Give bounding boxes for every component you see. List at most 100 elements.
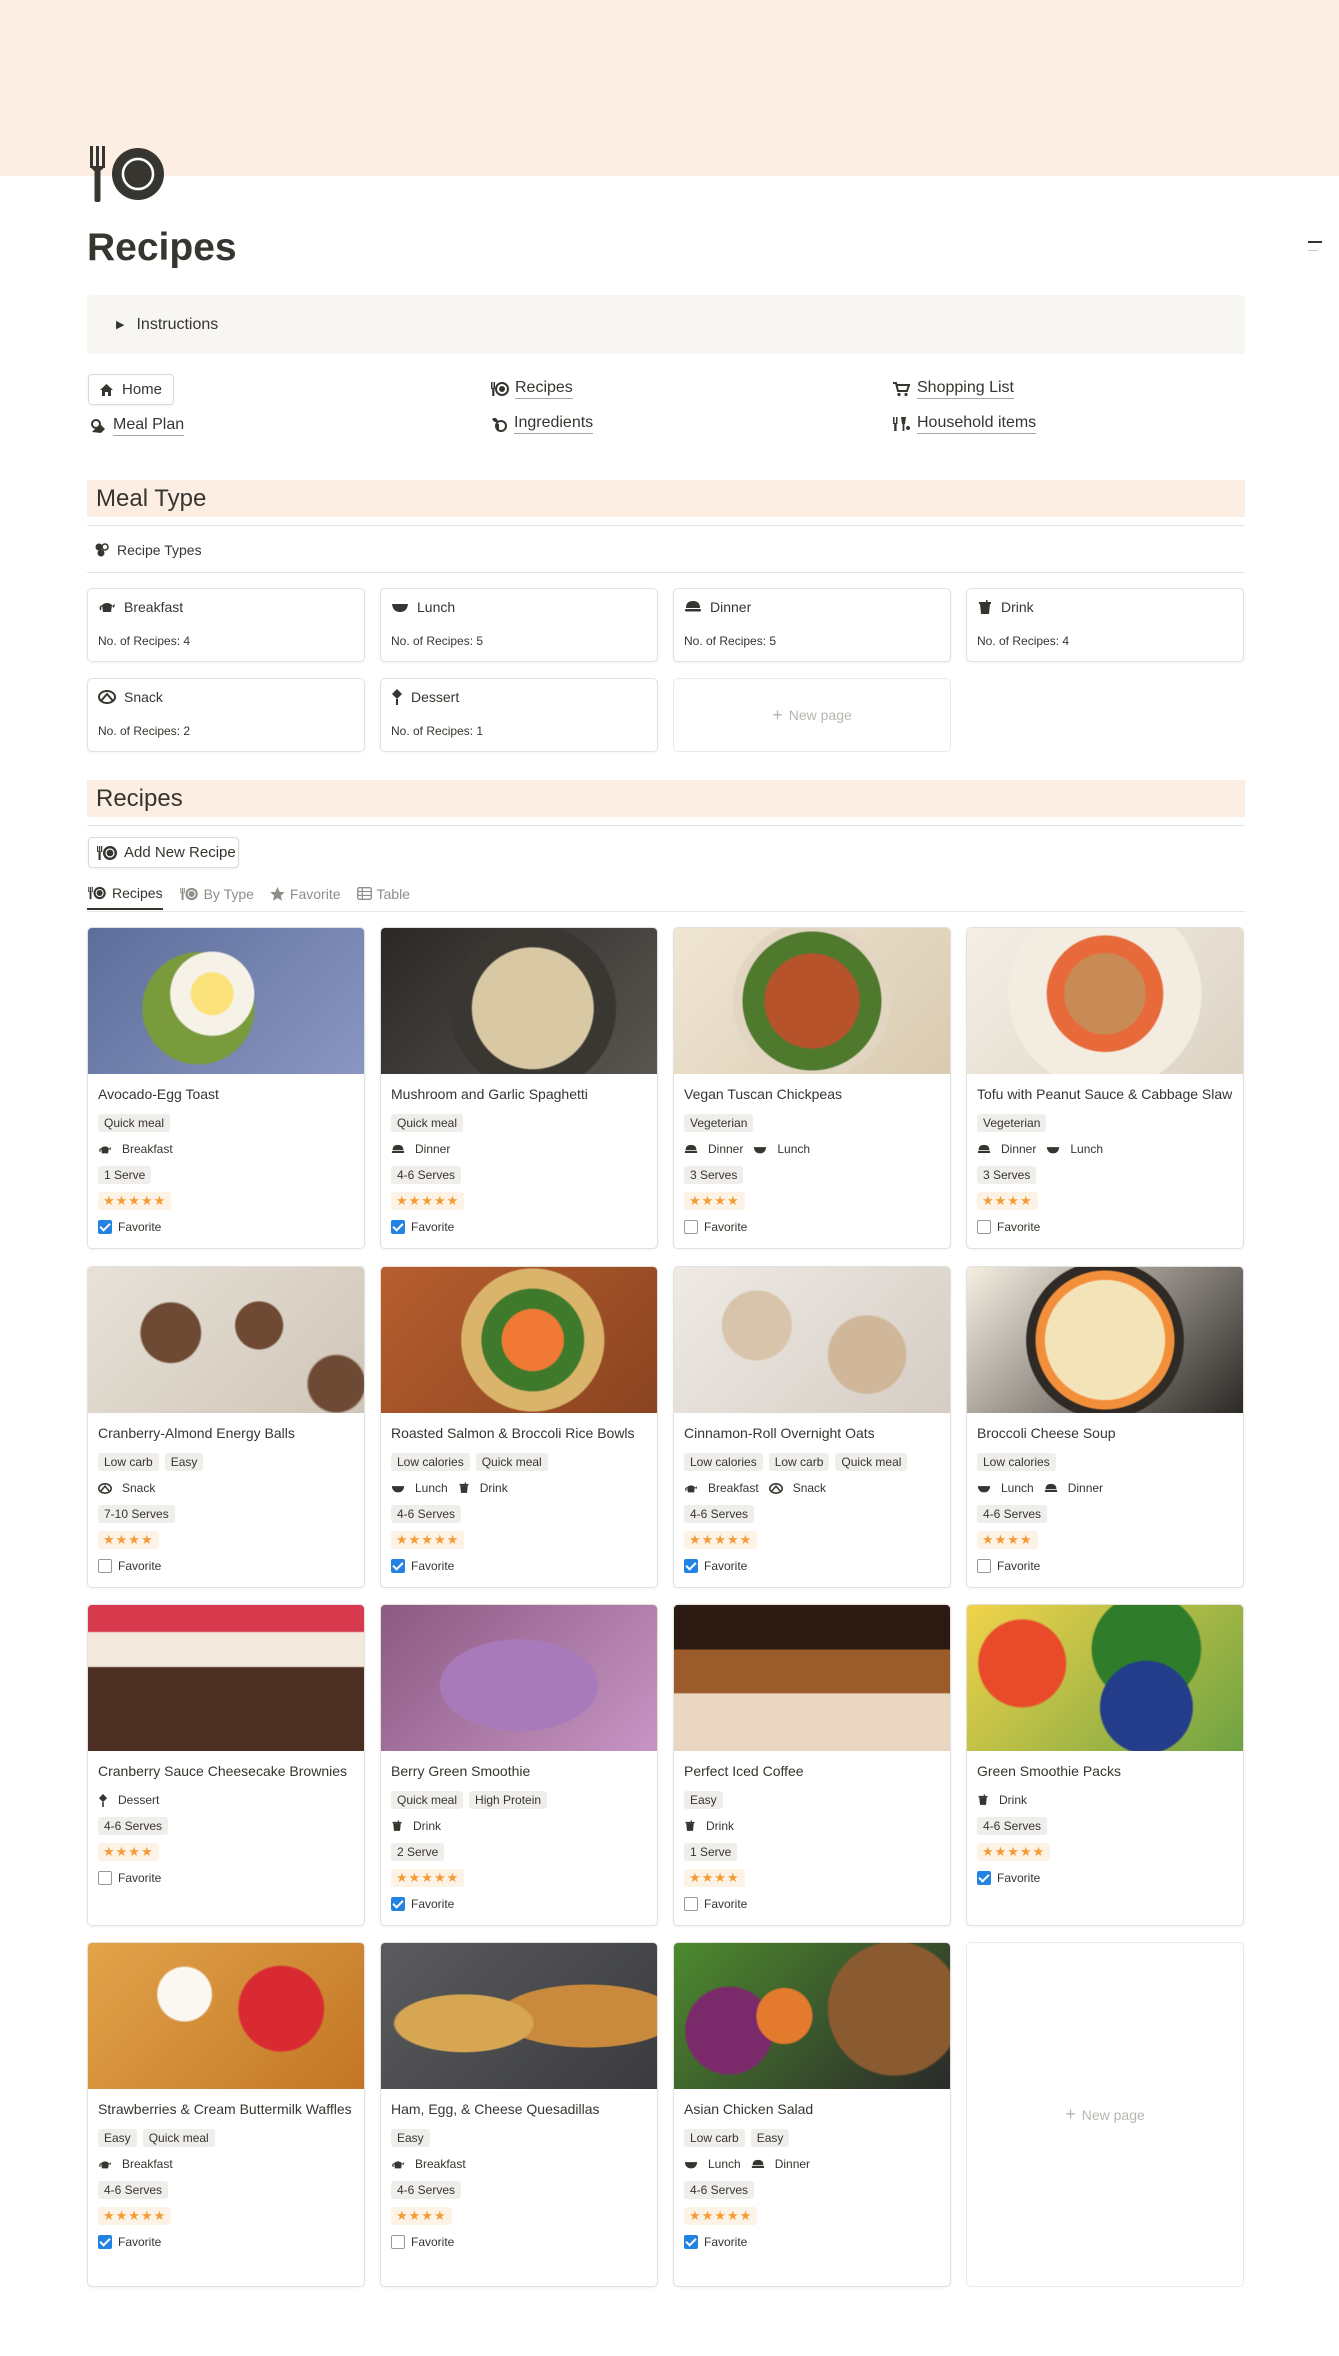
recipe-card[interactable]: Ham, Egg, & Cheese Quesadillas Easy Breakf… bbox=[380, 1942, 658, 2287]
tag-chip: Vegeterian bbox=[684, 1114, 754, 1132]
recipe-card[interactable]: Cranberry-Almond Energy Balls Low carb Eas… bbox=[87, 1266, 365, 1588]
recipe-card[interactable]: Mushroom and Garlic Spaghetti Quick meal D… bbox=[380, 927, 658, 1249]
meal-type-tag[interactable]: Dinner bbox=[391, 1142, 450, 1156]
tab-by-type[interactable]: By Type bbox=[179, 877, 254, 910]
favorite-checkbox[interactable] bbox=[391, 1559, 405, 1573]
meal-type-tag[interactable]: Breakfast bbox=[98, 1142, 173, 1156]
tab-recipes[interactable]: Recipes bbox=[87, 877, 163, 910]
type-card-breakfast[interactable]: Breakfast No. of Recipes: 4 bbox=[87, 588, 365, 662]
favorite-checkbox[interactable] bbox=[977, 1220, 991, 1234]
meal-type-tag[interactable]: Lunch bbox=[391, 1481, 448, 1495]
new-recipe-page-card[interactable]: + New page bbox=[966, 1942, 1244, 2287]
triangle-right-icon[interactable]: ▶ bbox=[116, 318, 124, 331]
meal-type-row: Dinner Lunch bbox=[684, 1136, 940, 1162]
meal-type-tag[interactable]: Dinner bbox=[684, 1142, 743, 1156]
instructions-toggle[interactable]: ▶ Instructions bbox=[87, 295, 1245, 354]
favorite-row[interactable]: Favorite bbox=[98, 1214, 354, 1240]
favorite-row[interactable]: Favorite bbox=[977, 1214, 1233, 1240]
meal-type-tag[interactable]: Lunch bbox=[753, 1142, 810, 1156]
favorite-row[interactable]: Favorite bbox=[391, 1553, 647, 1579]
meal-type-tag[interactable]: Dinner bbox=[751, 2157, 810, 2171]
meal-type-tag[interactable]: Drink bbox=[977, 1793, 1027, 1807]
meal-type-label: Drink bbox=[413, 1819, 442, 1833]
tab-favorite[interactable]: Favorite bbox=[270, 877, 341, 910]
favorite-row[interactable]: Favorite bbox=[977, 1865, 1233, 1891]
nav-shopping-list[interactable]: Shopping List bbox=[892, 378, 1014, 399]
recipe-card[interactable]: Berry Green Smoothie Quick meal High Prote… bbox=[380, 1604, 658, 1926]
nav-meal-plan[interactable]: Meal Plan bbox=[90, 415, 185, 436]
favorite-checkbox[interactable] bbox=[977, 1559, 991, 1573]
meal-type-tag[interactable]: Snack bbox=[768, 1481, 826, 1495]
meal-type-tag[interactable]: Dinner bbox=[977, 1142, 1036, 1156]
favorite-checkbox[interactable] bbox=[684, 1559, 698, 1573]
add-new-recipe-button[interactable]: Add New Recipe bbox=[88, 837, 239, 868]
favorite-checkbox[interactable] bbox=[98, 1871, 112, 1885]
type-card-dinner[interactable]: Dinner No. of Recipes: 5 bbox=[673, 588, 951, 662]
recipe-photo bbox=[381, 928, 657, 1074]
outline-marker-sub[interactable] bbox=[1308, 250, 1318, 251]
recipe-types-db-title[interactable]: Recipe Types bbox=[94, 542, 202, 558]
favorite-row[interactable]: Favorite bbox=[391, 1891, 647, 1917]
recipe-card[interactable]: Avocado-Egg Toast Quick meal Breakfast 1 Se… bbox=[87, 927, 365, 1249]
fork-plate-icon[interactable] bbox=[86, 144, 170, 204]
meal-type-tag[interactable]: Dessert bbox=[98, 1793, 159, 1807]
recipe-card[interactable]: Broccoli Cheese Soup Low calories Lunch Din… bbox=[966, 1266, 1244, 1588]
meal-type-label: Breakfast bbox=[122, 2157, 173, 2171]
favorite-checkbox[interactable] bbox=[98, 2235, 112, 2249]
serves-chip: 4-6 Serves bbox=[977, 1817, 1048, 1835]
recipe-card[interactable]: Tofu with Peanut Sauce & Cabbage Slaw Veg… bbox=[966, 927, 1244, 1249]
meal-type-tag[interactable]: Breakfast bbox=[98, 2157, 173, 2171]
favorite-checkbox[interactable] bbox=[98, 1220, 112, 1234]
type-card-drink[interactable]: Drink No. of Recipes: 4 bbox=[966, 588, 1244, 662]
nav-recipes[interactable]: Recipes bbox=[490, 378, 573, 399]
meal-type-tag[interactable]: Lunch bbox=[977, 1481, 1034, 1495]
tab-table[interactable]: Table bbox=[356, 877, 410, 910]
fork-plate-icon bbox=[97, 845, 117, 860]
recipe-card[interactable]: Strawberries & Cream Buttermilk Waffles E… bbox=[87, 1942, 365, 2287]
favorite-checkbox[interactable] bbox=[391, 2235, 405, 2249]
meal-type-tag[interactable]: Drink bbox=[684, 1819, 734, 1833]
recipe-card[interactable]: Perfect Iced Coffee Easy Drink 1 Serve ★★★★ F… bbox=[673, 1604, 951, 1926]
recipe-card[interactable]: Green Smoothie Packs Drink 4-6 Serves ★★★★★… bbox=[966, 1604, 1244, 1926]
meal-type-tag[interactable]: Lunch bbox=[684, 2157, 741, 2171]
rating-row: ★★★★ bbox=[977, 1527, 1233, 1553]
meal-type-tag[interactable]: Drink bbox=[391, 1819, 441, 1833]
recipe-card[interactable]: Vegan Tuscan Chickpeas Vegeterian Dinner Lu… bbox=[673, 927, 951, 1249]
recipe-card[interactable]: Cinnamon-Roll Overnight Oats Low calories… bbox=[673, 1266, 951, 1588]
type-card-dessert[interactable]: Dessert No. of Recipes: 1 bbox=[380, 678, 658, 752]
recipe-card[interactable]: Roasted Salmon & Broccoli Rice Bowls Low … bbox=[380, 1266, 658, 1588]
meal-type-label: Lunch bbox=[1001, 1481, 1034, 1495]
meal-type-tag[interactable]: Lunch bbox=[1046, 1142, 1103, 1156]
favorite-row[interactable]: Favorite bbox=[684, 1891, 940, 1917]
favorite-row[interactable]: Favorite bbox=[98, 2229, 354, 2255]
favorite-checkbox[interactable] bbox=[684, 1897, 698, 1911]
favorite-checkbox[interactable] bbox=[977, 1871, 991, 1885]
favorite-row[interactable]: Favorite bbox=[977, 1553, 1233, 1579]
meal-type-tag[interactable]: Breakfast bbox=[684, 1481, 759, 1495]
favorite-checkbox[interactable] bbox=[98, 1559, 112, 1573]
favorite-checkbox[interactable] bbox=[391, 1220, 405, 1234]
nav-household-items[interactable]: Household items bbox=[892, 413, 1037, 434]
new-page-card[interactable]: + New page bbox=[673, 678, 951, 752]
type-card-snack[interactable]: Snack No. of Recipes: 2 bbox=[87, 678, 365, 752]
favorite-row[interactable]: Favorite bbox=[391, 2229, 647, 2255]
favorite-checkbox[interactable] bbox=[391, 1897, 405, 1911]
nav-ingredients[interactable]: Ingredients bbox=[490, 413, 594, 434]
favorite-row[interactable]: Favorite bbox=[391, 1214, 647, 1240]
favorite-row[interactable]: Favorite bbox=[684, 1553, 940, 1579]
favorite-checkbox[interactable] bbox=[684, 2235, 698, 2249]
meal-type-tag[interactable]: Dinner bbox=[1044, 1481, 1103, 1495]
favorite-row[interactable]: Favorite bbox=[98, 1865, 354, 1891]
meal-type-tag[interactable]: Breakfast bbox=[391, 2157, 466, 2171]
favorite-row[interactable]: Favorite bbox=[684, 1214, 940, 1240]
favorite-row[interactable]: Favorite bbox=[684, 2229, 940, 2255]
outline-marker[interactable] bbox=[1308, 241, 1322, 243]
favorite-checkbox[interactable] bbox=[684, 1220, 698, 1234]
home-button[interactable]: Home bbox=[88, 374, 174, 405]
meal-type-tag[interactable]: Snack bbox=[98, 1481, 155, 1495]
favorite-row[interactable]: Favorite bbox=[98, 1553, 354, 1579]
type-card-lunch[interactable]: Lunch No. of Recipes: 5 bbox=[380, 588, 658, 662]
meal-type-tag[interactable]: Drink bbox=[458, 1481, 508, 1495]
recipe-card[interactable]: Asian Chicken Salad Low carb Easy Lunch Dinn… bbox=[673, 1942, 951, 2287]
recipe-card[interactable]: Cranberry Sauce Cheesecake Brownies Desse… bbox=[87, 1604, 365, 1926]
